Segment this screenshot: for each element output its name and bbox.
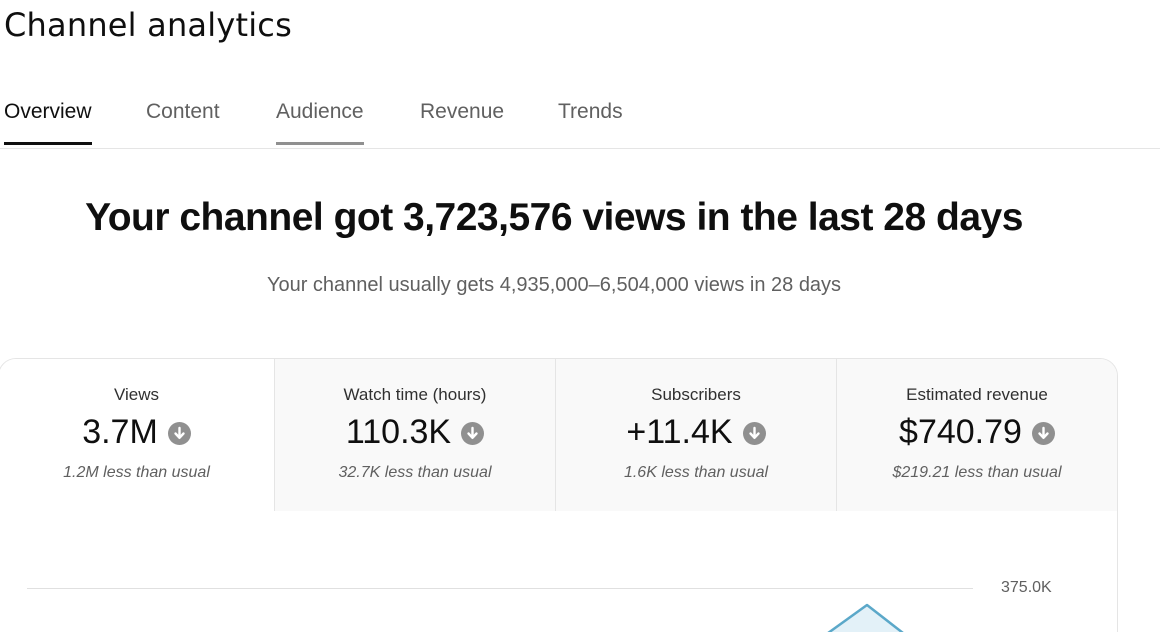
summary-subline: Your channel usually gets 4,935,000–6,50… bbox=[266, 274, 842, 296]
analytics-tab-bar: Overview Content Audience Revenue Trends bbox=[0, 86, 1160, 149]
arrow-down-circle-icon bbox=[1031, 422, 1055, 445]
metric-value-row: $740.79 bbox=[837, 413, 1117, 452]
page-title: Channel analytics bbox=[4, 6, 292, 44]
summary-headline: Your channel got 3,723,576 views in the … bbox=[85, 196, 1023, 239]
chart-plot bbox=[827, 603, 904, 632]
metric-comparison: 32.7K less than usual bbox=[338, 464, 492, 481]
metric-comparison: $219.21 less than usual bbox=[892, 464, 1062, 481]
tab-content[interactable]: Content bbox=[146, 100, 220, 142]
metric-estimated-revenue[interactable]: Estimated revenue $740.79 $219.21 less t… bbox=[836, 359, 1117, 511]
metrics-card: Views 3.7M 1.2M less than usual Watch ti… bbox=[0, 358, 1118, 632]
tab-revenue[interactable]: Revenue bbox=[420, 100, 504, 142]
metric-value-row: +11.4K bbox=[556, 413, 836, 452]
tab-audience[interactable]: Audience bbox=[276, 100, 364, 145]
metric-comparison: 1.6K less than usual bbox=[623, 464, 769, 481]
metric-value: 110.3K bbox=[345, 413, 452, 451]
arrow-down-circle-icon bbox=[167, 422, 191, 445]
metric-value: 3.7M bbox=[82, 413, 158, 451]
metric-label: Subscribers bbox=[651, 385, 741, 404]
tab-overview[interactable]: Overview bbox=[4, 100, 92, 145]
metric-label: Views bbox=[113, 385, 160, 404]
metric-label: Watch time (hours) bbox=[343, 385, 487, 404]
arrow-down-circle-icon bbox=[742, 422, 766, 445]
metric-comparison: 1.2M less than usual bbox=[63, 464, 210, 481]
channel-analytics-page: Channel analytics Overview Content Audie… bbox=[0, 0, 1160, 632]
metric-value: +11.4K bbox=[626, 413, 733, 451]
metric-subscribers[interactable]: Subscribers +11.4K 1.6K less than usual bbox=[555, 359, 836, 511]
arrow-down-circle-icon bbox=[461, 422, 485, 445]
metric-views[interactable]: Views 3.7M 1.2M less than usual bbox=[0, 359, 274, 511]
metric-value-row: 3.7M bbox=[0, 413, 274, 452]
metric-tabs: Views 3.7M 1.2M less than usual Watch ti… bbox=[0, 359, 1117, 511]
views-chart: 375.0K bbox=[0, 511, 1117, 632]
tab-trends[interactable]: Trends bbox=[558, 100, 623, 142]
metric-value-row: 110.3K bbox=[275, 413, 555, 452]
metric-value: $740.79 bbox=[899, 413, 1022, 451]
metric-watch-time[interactable]: Watch time (hours) 110.3K 32.7K less tha… bbox=[274, 359, 555, 511]
metric-label: Estimated revenue bbox=[906, 385, 1048, 404]
